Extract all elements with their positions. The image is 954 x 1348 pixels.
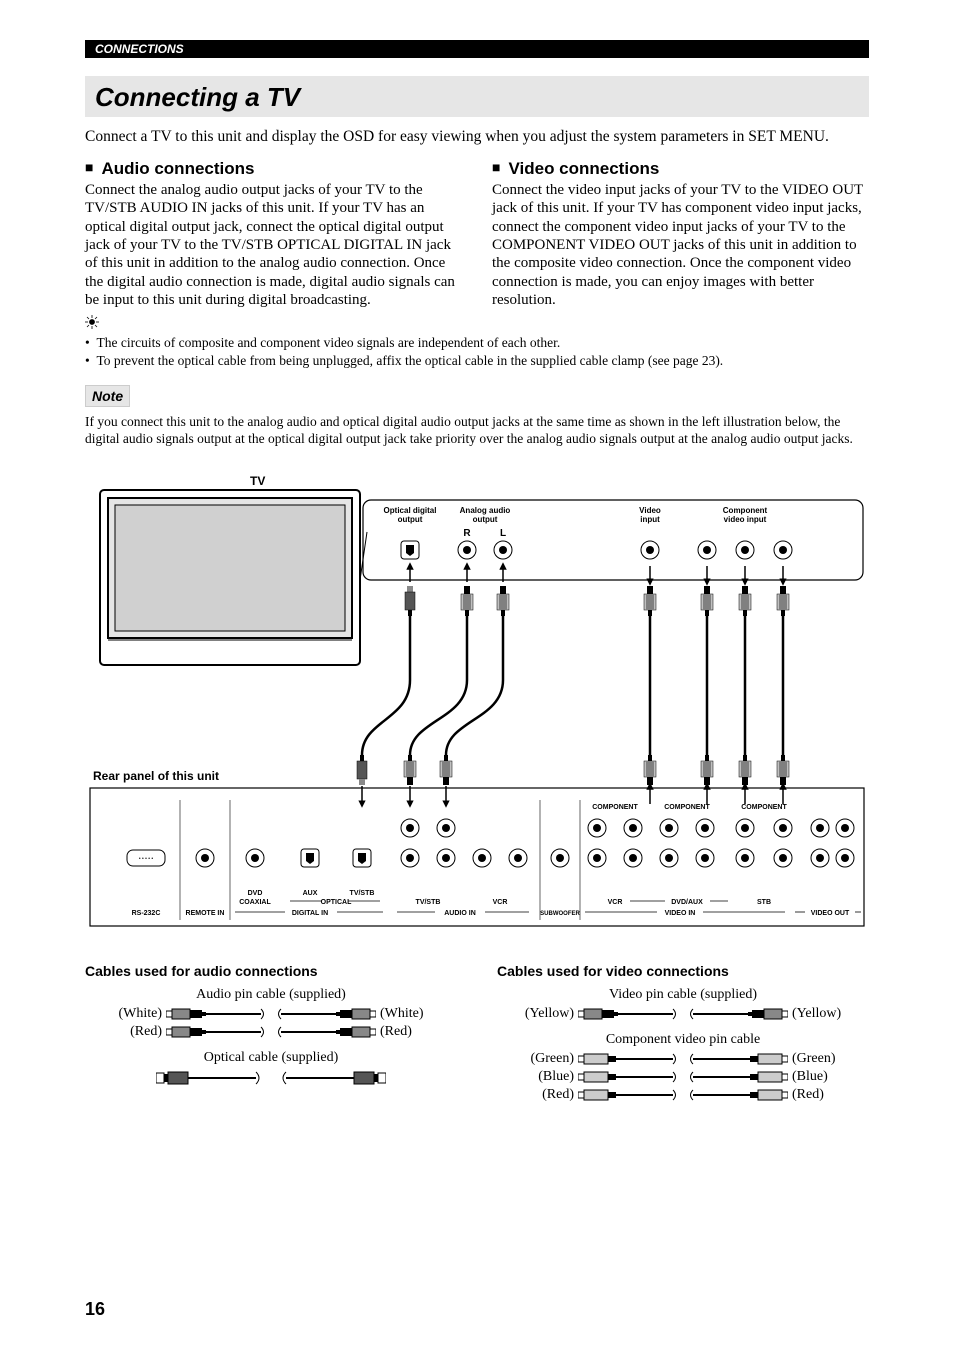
- intro-text: Connect a TV to this unit and display th…: [85, 127, 869, 147]
- tip-item: • To prevent the optical cable from bein…: [85, 352, 869, 370]
- rca-cable-icon: [578, 1051, 788, 1067]
- optical-cable-icon: [156, 1069, 386, 1087]
- blue-label-l: (Blue): [538, 1069, 574, 1085]
- svg-text:OPTICAL: OPTICAL: [321, 899, 352, 906]
- video-body: Connect the video input jacks of your TV…: [492, 181, 869, 309]
- svg-text:RS-232C: RS-232C: [132, 910, 161, 917]
- cable-yellow-row: (Yellow) (Yellow): [497, 1006, 869, 1022]
- svg-text:AUX: AUX: [303, 890, 318, 897]
- svg-text:COMPONENT: COMPONENT: [664, 804, 710, 811]
- svg-text:VCR: VCR: [608, 899, 623, 906]
- svg-text:DIGITAL IN: DIGITAL IN: [292, 910, 328, 917]
- video-cables-heading: Cables used for video connections: [497, 963, 869, 979]
- svg-text:VIDEO OUT: VIDEO OUT: [811, 910, 850, 917]
- svg-text:COMPONENT: COMPONENT: [592, 804, 638, 811]
- green-label-l: (Green): [530, 1051, 574, 1067]
- tip-icon: [85, 315, 869, 334]
- white-label-r: (White): [380, 1006, 424, 1022]
- header-section-label: CONNECTIONS: [95, 42, 184, 56]
- blue-label-r: (Blue): [792, 1069, 828, 1085]
- note-label: Note: [85, 385, 130, 407]
- svg-text:output: output: [398, 515, 423, 524]
- page-number: 16: [85, 1299, 105, 1320]
- audio-body: Connect the analog audio output jacks of…: [85, 181, 462, 309]
- rca-cable-icon: [578, 1087, 788, 1103]
- svg-text:• • • • •: • • • • •: [139, 856, 154, 862]
- two-column-layout: ■ Audio connections Connect the analog au…: [85, 159, 869, 309]
- svg-text:AUDIO IN: AUDIO IN: [444, 910, 476, 917]
- svg-text:Video: Video: [639, 506, 661, 515]
- rca-cable-icon: [578, 1006, 788, 1022]
- red-label-r: (Red): [380, 1024, 412, 1040]
- svg-text:DVD/AUX: DVD/AUX: [671, 899, 703, 906]
- svg-text:STB: STB: [757, 899, 771, 906]
- cables-section: Cables used for audio connections Audio …: [85, 963, 869, 1105]
- yellow-label-l: (Yellow): [525, 1006, 574, 1022]
- tip-item: • The circuits of composite and componen…: [85, 334, 869, 352]
- svg-text:SUBWOOFER: SUBWOOFER: [540, 911, 580, 917]
- tv-rear-strip: [363, 500, 863, 580]
- svg-text:VIDEO IN: VIDEO IN: [665, 910, 696, 917]
- green-label-r: (Green): [792, 1051, 836, 1067]
- rca-cable-icon: [578, 1069, 788, 1085]
- svg-text:Optical digital: Optical digital: [384, 506, 437, 515]
- svg-text:input: input: [640, 515, 660, 524]
- tips-list: • The circuits of composite and componen…: [85, 334, 869, 370]
- white-label-l: (White): [118, 1006, 162, 1022]
- svg-text:output: output: [473, 515, 498, 524]
- svg-text:TV/STB: TV/STB: [416, 899, 441, 906]
- svg-text:COAXIAL: COAXIAL: [239, 899, 271, 906]
- video-column: ■ Video connections Connect the video inp…: [492, 159, 869, 309]
- connection-diagram: TV Optical digital output Analog audio o…: [85, 460, 869, 945]
- yellow-label-r: (Yellow): [792, 1006, 841, 1022]
- svg-text:VCR: VCR: [493, 899, 508, 906]
- cable-green-row: (Green) (Green): [497, 1051, 869, 1067]
- svg-text:Analog audio: Analog audio: [460, 506, 511, 515]
- component-cable-label: Component video pin cable: [497, 1032, 869, 1048]
- audio-cables-col: Cables used for audio connections Audio …: [85, 963, 457, 1105]
- tv-label: TV: [250, 474, 265, 488]
- square-bullet-icon: ■: [85, 159, 93, 175]
- svg-text:R: R: [463, 528, 471, 539]
- video-heading-text: Video connections: [508, 159, 659, 178]
- tip-text: The circuits of composite and component …: [96, 335, 560, 350]
- red-comp-label-r: (Red): [792, 1087, 824, 1103]
- svg-text:Rear panel of this unit: Rear panel of this unit: [93, 769, 219, 783]
- cable-blue-row: (Blue) (Blue): [497, 1069, 869, 1085]
- rca-cable-icon: [166, 1024, 376, 1040]
- tip-text: To prevent the optical cable from being …: [96, 353, 723, 368]
- video-heading: ■ Video connections: [492, 159, 869, 179]
- page-title: Connecting a TV: [95, 82, 859, 113]
- red-label-l: (Red): [130, 1024, 162, 1040]
- audio-pin-label: Audio pin cable (supplied): [85, 987, 457, 1003]
- svg-text:L: L: [500, 528, 506, 539]
- audio-heading-text: Audio connections: [101, 159, 254, 178]
- rca-cable-icon: [166, 1006, 376, 1022]
- video-pin-label: Video pin cable (supplied): [497, 987, 869, 1003]
- cable-white-row: (White) (White): [85, 1006, 457, 1022]
- svg-text:video input: video input: [724, 515, 767, 524]
- audio-heading: ■ Audio connections: [85, 159, 462, 179]
- cable-red-row: (Red) (Red): [85, 1024, 457, 1040]
- svg-text:Component: Component: [723, 506, 768, 515]
- svg-text:COMPONENT: COMPONENT: [741, 804, 787, 811]
- svg-text:DVD: DVD: [248, 890, 263, 897]
- audio-column: ■ Audio connections Connect the analog au…: [85, 159, 462, 309]
- square-bullet-icon: ■: [492, 159, 500, 175]
- note-text: If you connect this unit to the analog a…: [85, 413, 869, 448]
- video-cables-col: Cables used for video connections Video …: [497, 963, 869, 1105]
- red-comp-label-l: (Red): [542, 1087, 574, 1103]
- audio-cables-heading: Cables used for audio connections: [85, 963, 457, 979]
- svg-text:TV/STB: TV/STB: [350, 890, 375, 897]
- optical-cable-label: Optical cable (supplied): [85, 1050, 457, 1066]
- svg-text:REMOTE IN: REMOTE IN: [186, 910, 225, 917]
- tv-illustration: [100, 490, 360, 665]
- cable-red-comp-row: (Red) (Red): [497, 1087, 869, 1103]
- optical-cable-row: [85, 1069, 457, 1087]
- header-bar: CONNECTIONS: [85, 40, 869, 58]
- section-title-bar: Connecting a TV: [85, 76, 869, 117]
